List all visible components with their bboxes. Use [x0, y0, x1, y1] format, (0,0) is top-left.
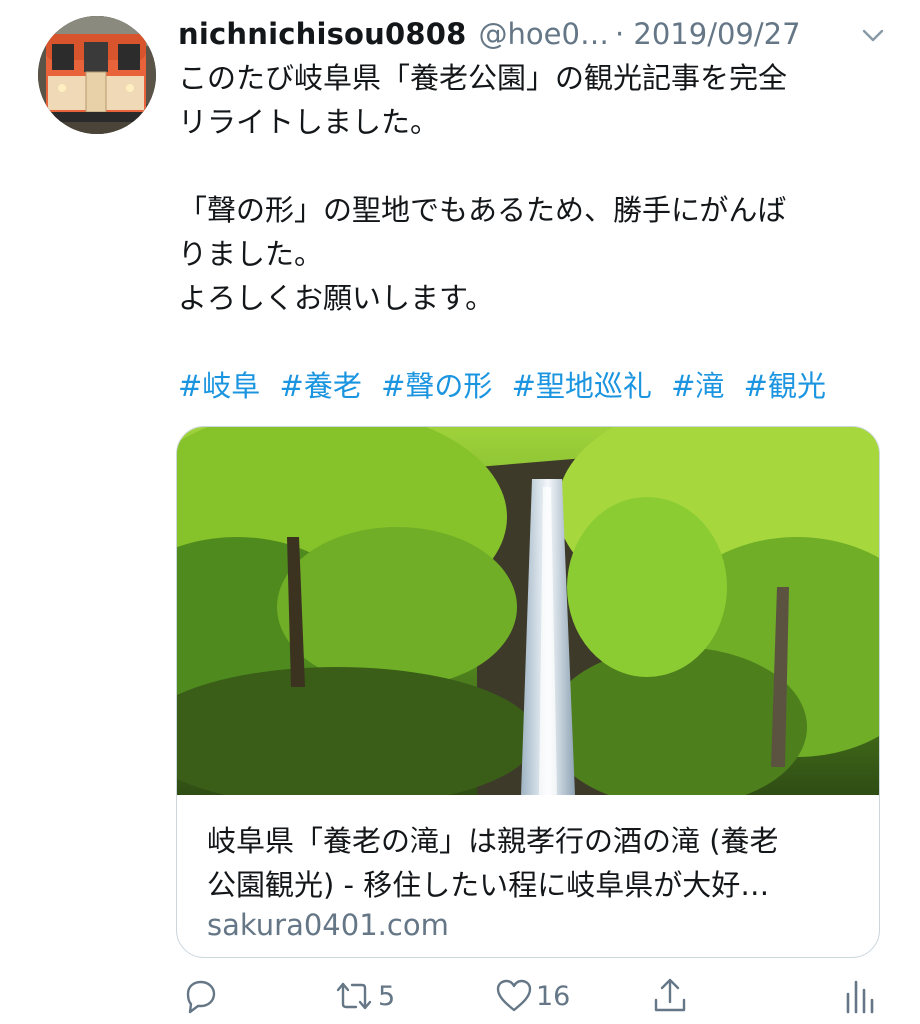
hashtag-list: #岐阜 #養老 #聲の形 #聖地巡礼 #滝 #観光 — [178, 364, 836, 408]
chevron-down-icon[interactable] — [860, 22, 886, 48]
avatar[interactable] — [38, 16, 156, 134]
avatar-image — [38, 16, 156, 134]
link-preview-card[interactable]: 岐阜県「養老の滝」は親孝行の酒の滝 (養老 公園観光) - 移住したい程に岐阜県… — [176, 426, 880, 958]
retweet-count: 5 — [378, 980, 396, 1012]
share-icon — [654, 978, 686, 1012]
like-button[interactable]: 16 — [494, 976, 570, 1016]
like-count: 16 — [536, 980, 571, 1012]
tweet-text-line: よろしくお願いします。 — [178, 281, 495, 315]
tweet-header: nichnichisou0808 @hoe0… · 2019/09/27 — [178, 12, 890, 56]
hashtag-link[interactable]: #観光 — [744, 369, 826, 403]
card-domain: sakura0401.com — [207, 908, 449, 942]
hashtag-link[interactable]: #岐阜 — [178, 369, 260, 403]
reply-icon — [186, 980, 216, 1014]
hashtag-link[interactable]: #聖地巡礼 — [512, 369, 652, 403]
tweet-text-line: リライトしました。 — [178, 105, 440, 139]
waterfall-image — [177, 427, 879, 795]
tweet-text-line: 「聲の形」の聖地でもあるため、勝手にがんば — [178, 193, 787, 227]
tweet-actions: 5 16 — [0, 972, 920, 1024]
tweet-text-line: このたび岐阜県「養老公園」の観光記事を完全 — [178, 61, 788, 95]
tweet-text: このたび岐阜県「養老公園」の観光記事を完全 リライトしました。 「聲の形」の聖地… — [178, 56, 878, 320]
user-handle[interactable]: @hoe0… — [479, 17, 609, 51]
card-title: 岐阜県「養老の滝」は親孝行の酒の滝 (養老 公園観光) - 移住したい程に岐阜県… — [207, 819, 857, 907]
tweet-text-line — [178, 144, 878, 188]
card-title-line: 岐阜県「養老の滝」は親孝行の酒の滝 (養老 — [207, 824, 779, 858]
tweet-text-line: りました。 — [178, 237, 324, 271]
analytics-icon — [846, 980, 874, 1014]
reply-button[interactable] — [180, 976, 220, 1016]
analytics-button[interactable] — [842, 976, 876, 1016]
retweet-button[interactable]: 5 — [332, 976, 395, 1016]
retweet-icon — [336, 982, 372, 1010]
share-button[interactable] — [650, 976, 690, 1016]
hashtag-link[interactable]: #聲の形 — [381, 369, 492, 403]
hashtag-link[interactable]: #滝 — [671, 369, 724, 403]
display-name[interactable]: nichnichisou0808 — [178, 17, 467, 51]
heart-icon — [496, 979, 532, 1012]
tweet-date[interactable]: · 2019/09/27 — [615, 17, 801, 51]
card-title-line: 公園観光) - 移住したい程に岐阜県が大好… — [207, 868, 770, 902]
hashtag-link[interactable]: #養老 — [280, 369, 362, 403]
